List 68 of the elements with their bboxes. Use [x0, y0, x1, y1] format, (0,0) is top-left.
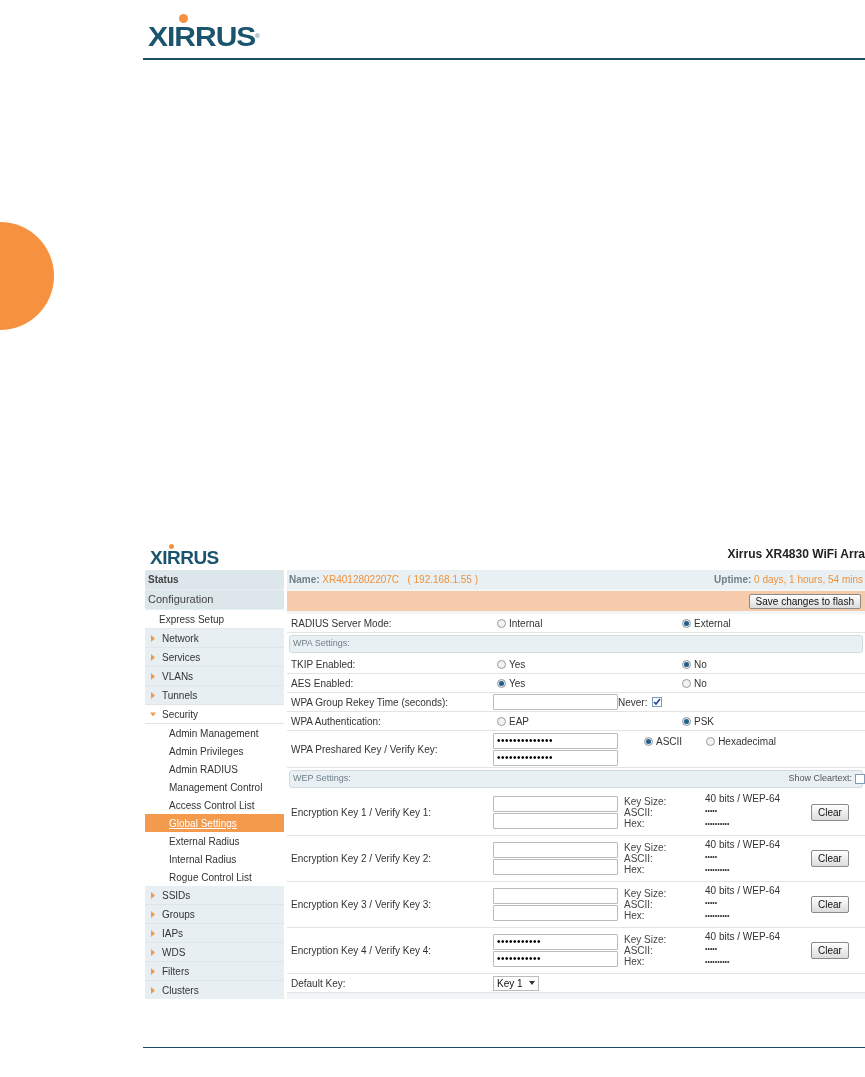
password-field[interactable]: •••••••••••••• [493, 732, 618, 749]
radio-option[interactable]: Yes [497, 656, 526, 672]
sidebar-header[interactable]: Configuration [145, 590, 284, 609]
key-size-label: Key Size: [624, 842, 668, 853]
radio-option[interactable]: ASCII [644, 734, 683, 749]
field-label: TKIP Enabled: [290, 657, 357, 672]
sidebar-item[interactable]: Express Setup [145, 610, 284, 629]
ascii-label: ASCII: [624, 853, 654, 864]
key-size-value: 40 bits / WEP-64 [705, 931, 782, 943]
uptime: Uptime: 0 days, 1 hours, 54 mins [714, 573, 863, 587]
sidebar-subitem[interactable]: Management Control [145, 778, 284, 796]
ascii-label: ASCII: [624, 945, 654, 956]
radio-option[interactable]: No [682, 656, 707, 672]
field-label: RADIUS Server Mode: [290, 616, 393, 631]
sidebar-item[interactable]: Security [145, 705, 284, 724]
radio-option[interactable]: EAP [497, 713, 529, 729]
radio-option[interactable]: PSK [682, 713, 714, 729]
password-field[interactable]: ••••••••••• [493, 934, 618, 950]
checkbox-label: Never: [618, 695, 648, 710]
field-label: WPA Group Rekey Time (seconds): [290, 695, 450, 710]
radio-option[interactable]: Hexadecimal [706, 734, 776, 749]
ascii-label: ASCII: [624, 807, 654, 818]
sidebar-subitem[interactable]: Admin Privileges [145, 742, 284, 760]
hex-label: Hex: [624, 910, 646, 921]
key-size-value: 40 bits / WEP-64 [705, 839, 782, 851]
window-title: Xirrus XR4830 WiFi Arra [727, 546, 865, 563]
checkbox-label: Show Cleartext: [788, 772, 852, 786]
radio-option[interactable]: Yes [497, 675, 526, 691]
sidebar-subitem[interactable]: Rogue Control List [145, 868, 284, 886]
field-label: AES Enabled: [290, 676, 355, 691]
logo: XIRRUS [150, 550, 219, 565]
field-label: WPA Authentication: [290, 714, 382, 729]
key-size-label: Key Size: [624, 934, 668, 945]
key-size-label: Key Size: [624, 796, 668, 807]
radio-option[interactable]: No [682, 675, 707, 691]
hex-label: Hex: [624, 956, 646, 967]
password-field[interactable]: ••••••••••• [493, 951, 618, 967]
ascii-label: ASCII: [624, 899, 654, 910]
save-button[interactable]: Save changes to flash [748, 593, 861, 609]
key-size-label: Key Size: [624, 888, 668, 899]
dropdown[interactable]: Key 1 [493, 975, 539, 991]
radio-option[interactable]: Internal [497, 615, 543, 631]
sidebar-subitem[interactable]: Admin RADIUS [145, 760, 284, 778]
hex-label: Hex: [624, 818, 646, 829]
field-label: Encryption Key 2 / Verify Key 2: [290, 852, 433, 866]
device-name: Name: XR4012802207C ( 192.168.1.55 ) [289, 573, 479, 587]
field-label: Default Key: [290, 976, 347, 991]
sidebar-subitem[interactable]: Admin Management [145, 724, 284, 742]
field-label: Encryption Key 4 / Verify Key 4: [290, 944, 433, 958]
clear-button[interactable]: Clear [811, 804, 849, 821]
sidebar-subitem[interactable]: Access Control List [145, 796, 284, 814]
clear-button[interactable]: Clear [811, 896, 849, 913]
section-title: WEP Settings: [293, 772, 351, 786]
key-size-value: 40 bits / WEP-64 [705, 885, 782, 897]
logo: XIRRUS [148, 21, 256, 53]
section-title: WPA Settings: [293, 637, 350, 651]
key-size-value: 40 bits / WEP-64 [705, 793, 782, 805]
sidebar-subitem[interactable]: Internal Radius [145, 850, 284, 868]
field-label: Encryption Key 1 / Verify Key 1: [290, 806, 433, 820]
field-label: Encryption Key 3 / Verify Key 3: [290, 898, 433, 912]
hex-label: Hex: [624, 864, 646, 875]
password-field[interactable]: •••••••••••••• [493, 749, 618, 766]
sidebar-header[interactable]: Status [145, 570, 284, 589]
clear-button[interactable]: Clear [811, 850, 849, 867]
field-label: WPA Preshared Key / Verify Key: [290, 742, 439, 757]
sidebar-subitem[interactable]: External Radius [145, 832, 284, 850]
radio-option[interactable]: External [682, 615, 731, 631]
clear-button[interactable]: Clear [811, 942, 849, 959]
